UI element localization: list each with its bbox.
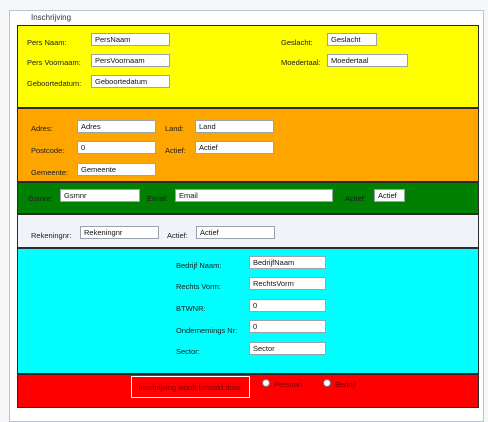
email-label: Email: [147,194,168,203]
bank-actief-label: Actief: [167,231,188,240]
btwnr-input[interactable]: 0 [249,299,326,312]
bedrijf-naam-label: Bedrijf Naam: [176,261,222,270]
land-input[interactable]: Land [195,120,274,133]
moedertaal-input[interactable]: Moedertaal [327,54,408,67]
pers-voornaam-label: Pers Voornaam: [27,58,81,67]
contact-actief-input[interactable]: Actief [374,189,405,202]
gemeente-label: Gemeente: [31,168,69,177]
geslacht-input[interactable]: Geslacht [327,33,377,46]
betaald-door-checkbox[interactable]: Inschrijving wordt betaald door: [131,376,250,398]
person-panel [17,25,479,108]
land-label: Land: [165,124,184,133]
btwnr-label: BTWNR: [176,304,206,313]
ondernemingsnr-input[interactable]: 0 [249,320,326,333]
pers-voornaam-input[interactable]: PersVoornaam [91,54,170,67]
gsmnr-label: Gsmnr: [28,194,53,203]
gsmnr-input[interactable]: Gsmnr [60,189,140,202]
adres-label: Adres: [31,124,53,133]
sector-label: Sector: [176,347,200,356]
email-input[interactable]: Email [175,189,333,202]
persoon-radio[interactable] [262,379,270,387]
postcode-input[interactable]: 0 [77,141,156,154]
contact-actief-label: Actief: [345,194,366,203]
bedrijf-radio[interactable] [323,379,331,387]
window-title: Inschrijving [30,13,73,22]
geboortedatum-label: Geboortedatum: [27,79,82,88]
geboortedatum-input[interactable]: Geboortedatum [91,75,170,88]
pers-naam-input[interactable]: PersNaam [91,33,170,46]
rechtsvorm-label: Rechts Vorm: [176,282,222,291]
bedrijf-radio-label: Bedrijf [335,380,357,389]
address-actief-input[interactable]: Actief [195,141,274,154]
rekeningnr-input[interactable]: Rekeningnr [80,226,159,239]
postcode-label: Postcode: [31,146,65,155]
gemeente-input[interactable]: Gemeente [77,163,156,176]
address-actief-label: Actief: [165,146,186,155]
pers-naam-label: Pers Naam: [27,38,67,47]
geslacht-label: Geslacht: [281,38,313,47]
bedrijf-naam-input[interactable]: BedrijfNaam [249,256,326,269]
rechtsvorm-input[interactable]: RechtsVorm [249,277,326,290]
adres-input[interactable]: Adres [77,120,156,133]
company-panel [17,248,479,374]
moedertaal-label: Moedertaal: [281,58,321,67]
persoon-radio-label: Persoon [274,380,302,389]
ondernemingsnr-label: Ondernemings Nr: [176,326,238,335]
bank-actief-input[interactable]: Actief [196,226,275,239]
sector-input[interactable]: Sector [249,342,326,355]
rekeningnr-label: Rekeningnr: [31,231,72,240]
